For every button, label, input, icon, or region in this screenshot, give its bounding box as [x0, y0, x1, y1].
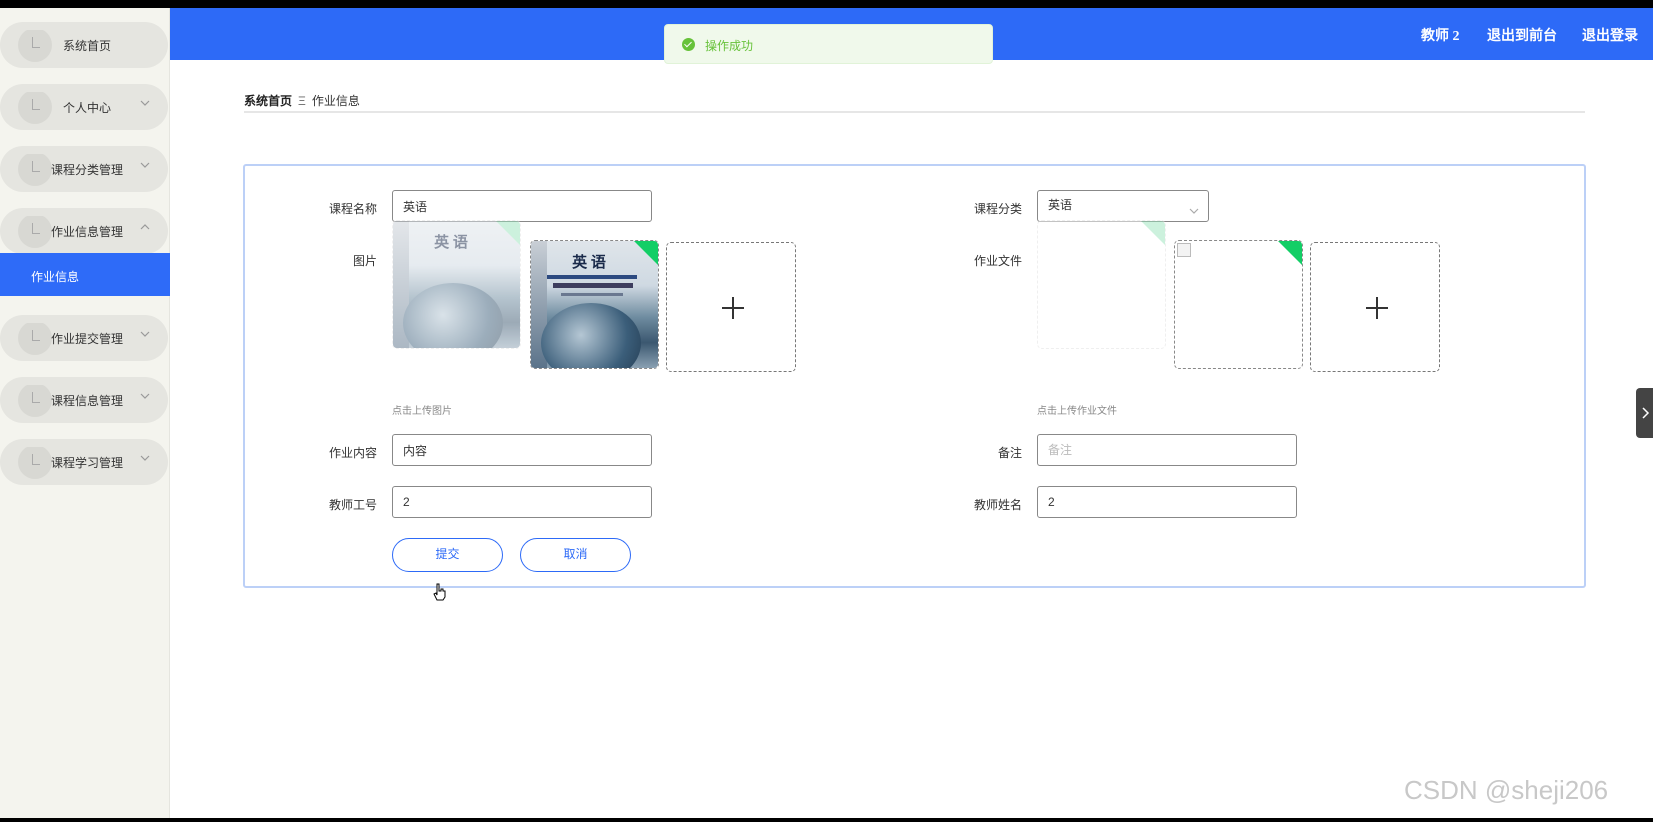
- chevron-right-icon: [1642, 407, 1650, 419]
- image-upload-button[interactable]: [666, 242, 796, 372]
- success-toast: 操作成功: [664, 24, 993, 64]
- cancel-button[interactable]: 取消: [520, 538, 631, 572]
- menu-bullet-icon: [18, 26, 52, 62]
- submit-button[interactable]: 提交: [392, 538, 503, 572]
- course-category-select[interactable]: 英语: [1037, 190, 1209, 222]
- breadcrumb-divider: [244, 111, 1585, 113]
- plus-icon-stem: [1376, 297, 1378, 319]
- current-user: 教师 2: [1421, 29, 1460, 44]
- sidebar-item-course-info[interactable]: 课程信息管理: [0, 377, 168, 423]
- homework-content-label: 作业内容: [328, 446, 377, 460]
- sidebar-item-homework-submission[interactable]: 作业提交管理: [0, 315, 168, 361]
- success-corner-badge: [495, 221, 520, 246]
- menu-bullet-icon: [18, 88, 52, 124]
- hand-cursor-icon: [433, 583, 446, 601]
- sidebar-item-course-category[interactable]: 课程分类管理: [0, 146, 168, 192]
- broken-image-icon: [1177, 243, 1191, 257]
- image-upload-hint[interactable]: 点击上传图片: [392, 402, 452, 417]
- back-to-front-link[interactable]: 退出到前台: [1487, 25, 1557, 45]
- homework-file-label: 作业文件: [973, 254, 1022, 268]
- sidebar-item-label: 个人中心: [63, 101, 112, 115]
- sidebar-item-course-study[interactable]: 课程学习管理: [0, 439, 168, 485]
- menu-bullet-icon: [18, 443, 52, 479]
- sidebar-item-personal-center[interactable]: 个人中心: [0, 84, 168, 130]
- sidebar-item-label: 系统首页: [63, 39, 112, 53]
- teacher-name-label: 教师姓名: [973, 498, 1022, 512]
- sidebar-item-label: 作业信息管理: [51, 225, 124, 239]
- chevron-down-icon: [138, 96, 152, 110]
- plus-icon-stem: [732, 297, 734, 319]
- course-category-value: 英语: [1048, 198, 1073, 212]
- image-label: 图片: [352, 254, 377, 268]
- file-thumbnail-ghost: [1037, 220, 1166, 349]
- sidebar-subitem-homework-info[interactable]: 作业信息: [0, 253, 170, 296]
- sidebar-item-label: 作业提交管理: [51, 332, 124, 346]
- sidebar-item-homework-info[interactable]: 作业信息管理: [0, 208, 168, 254]
- chevron-down-icon: [138, 158, 152, 172]
- breadcrumb-home[interactable]: 系统首页: [244, 94, 292, 108]
- file-upload-hint[interactable]: 点击上传作业文件: [1037, 402, 1117, 417]
- chevron-down-icon: [138, 327, 152, 341]
- menu-bullet-icon: [18, 150, 52, 186]
- teacher-name-input[interactable]: [1037, 486, 1297, 518]
- homework-content-input[interactable]: [392, 434, 652, 466]
- sidebar-item-label: 课程分类管理: [51, 163, 124, 177]
- right-drawer-toggle[interactable]: [1636, 388, 1653, 438]
- sidebar: 系统首页 个人中心 课程分类管理 作业信息管理 作业信息 作业提交管理 课程信息…: [0, 8, 170, 818]
- course-name-input[interactable]: [392, 190, 652, 222]
- check-circle-icon: [682, 38, 695, 51]
- success-corner-badge: [633, 241, 658, 266]
- file-thumbnail[interactable]: [1174, 240, 1303, 369]
- course-category-label: 课程分类: [973, 202, 1022, 216]
- chevron-down-icon: [138, 451, 152, 465]
- image-thumbnail[interactable]: 英 语: [530, 240, 659, 369]
- teacher-id-label: 教师工号: [328, 498, 377, 512]
- sidebar-subitem-label: 作业信息: [31, 270, 80, 284]
- homework-form-card: 课程名称 课程分类 英语 图片 英 语 英 语: [243, 164, 1586, 588]
- file-upload-button[interactable]: [1310, 242, 1440, 372]
- menu-bullet-icon: [18, 212, 52, 248]
- book-cover-title: 英 语: [434, 235, 468, 251]
- toast-message: 操作成功: [705, 39, 754, 53]
- sidebar-item-label: 课程信息管理: [51, 394, 124, 408]
- breadcrumb-current: 作业信息: [311, 94, 360, 108]
- chevron-down-icon: [138, 389, 152, 403]
- book-cover-title: 英 语: [572, 255, 606, 271]
- breadcrumb-separator: Ξ: [298, 94, 306, 108]
- breadcrumb: 系统首页 Ξ 作业信息: [244, 92, 360, 109]
- remark-input[interactable]: [1037, 434, 1297, 466]
- chevron-up-icon: [138, 220, 152, 234]
- success-corner-badge: [1140, 221, 1165, 246]
- menu-bullet-icon: [18, 319, 52, 355]
- chevron-down-icon: [1188, 199, 1200, 214]
- image-thumbnail-ghost: 英 语: [392, 220, 521, 349]
- watermark: CSDN @sheji206: [1404, 775, 1609, 805]
- logout-link[interactable]: 退出登录: [1582, 25, 1638, 45]
- sidebar-item-label: 课程学习管理: [51, 456, 124, 470]
- app-window: 系统首页 个人中心 课程分类管理 作业信息管理 作业信息 作业提交管理 课程信息…: [0, 8, 1653, 818]
- menu-bullet-icon: [18, 381, 52, 417]
- remark-label: 备注: [997, 446, 1022, 460]
- teacher-id-input[interactable]: [392, 486, 652, 518]
- course-name-label: 课程名称: [328, 202, 377, 216]
- sidebar-item-home[interactable]: 系统首页: [0, 22, 168, 68]
- success-corner-badge: [1277, 241, 1302, 266]
